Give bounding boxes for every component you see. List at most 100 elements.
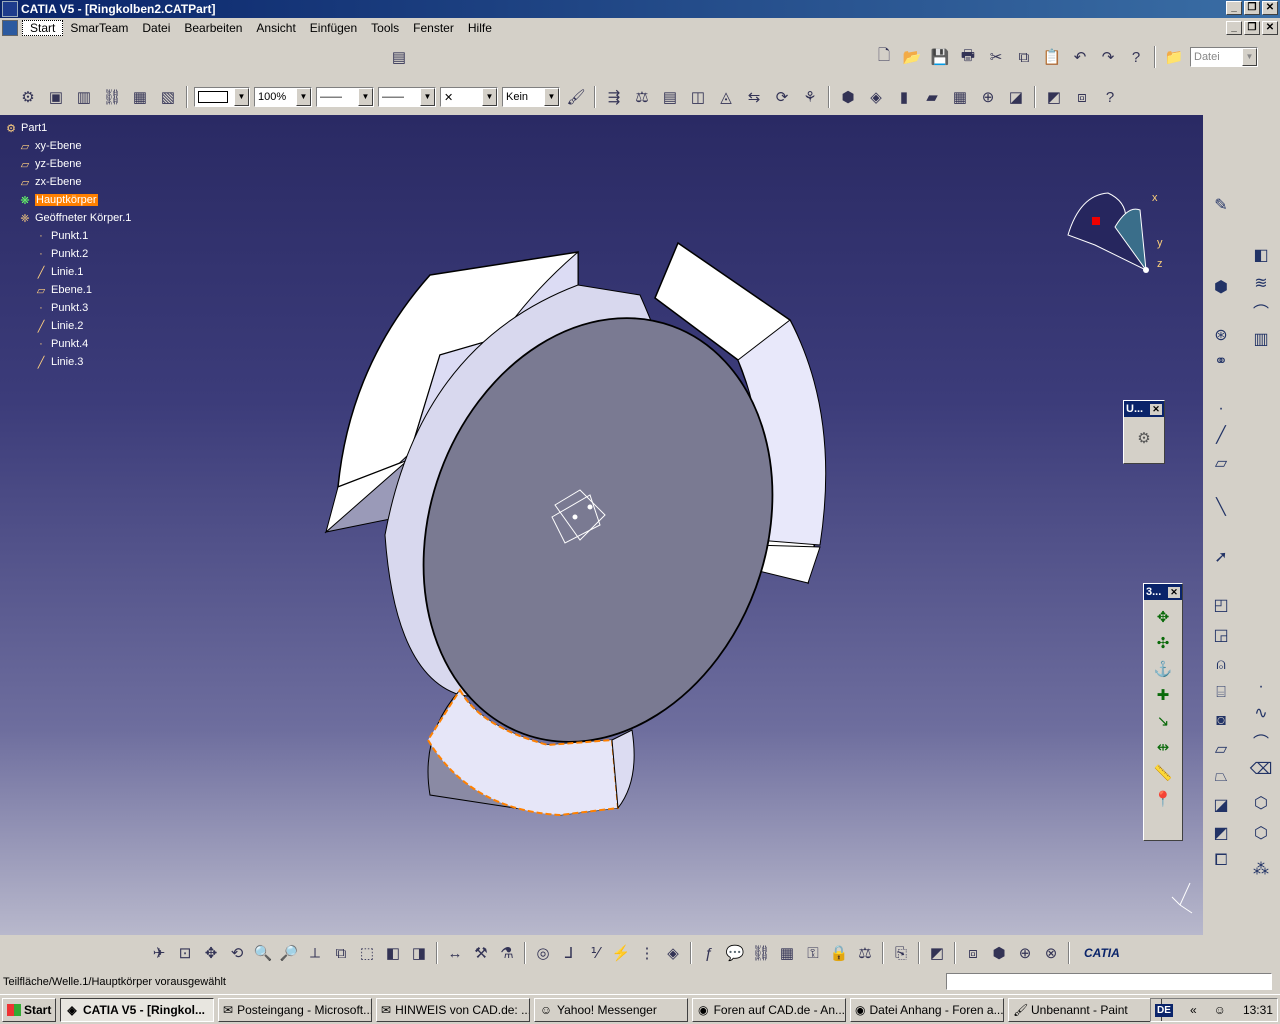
crosshair-icon[interactable]: ⊕: [977, 86, 999, 108]
sweep-icon[interactable]: ⌒: [1249, 299, 1273, 323]
catia-app-icon[interactable]: [2, 1, 18, 17]
analysis-icon[interactable]: ▤: [659, 86, 681, 108]
fillet-icon[interactable]: ◪: [1209, 793, 1233, 817]
chevron-down-icon[interactable]: ▼: [234, 88, 249, 106]
minimize-button[interactable]: _: [1226, 1, 1242, 15]
3d-viewport[interactable]: x y z ⚙ Part1 ▱ xy-Ebene ▱ yz-Ebene ▱ zx…: [0, 115, 1203, 935]
link-icon[interactable]: ⛓: [101, 86, 123, 108]
command-input[interactable]: [946, 973, 1272, 990]
model-canvas[interactable]: x y z: [0, 115, 1203, 935]
task-paint[interactable]: 🖌 Unbenannt - Paint: [1008, 997, 1162, 1022]
arc-icon[interactable]: ⌒: [1249, 729, 1273, 753]
fly-icon[interactable]: ✈: [148, 942, 170, 964]
transparency-combo[interactable]: 100% ▼: [254, 87, 312, 107]
menu-ansicht[interactable]: Ansicht: [249, 21, 302, 35]
close-icon[interactable]: ✕: [1150, 403, 1162, 415]
grid-icon[interactable]: ⋮: [636, 942, 658, 964]
select-cursor-icon[interactable]: ➚: [1209, 545, 1233, 569]
cut-icon[interactable]: ✂: [985, 46, 1007, 68]
tree-node-point-2[interactable]: · Punkt.2: [4, 245, 131, 263]
book-icon[interactable]: ▥: [1249, 327, 1273, 351]
task-firefox-attachment[interactable]: ◉ Datei Anhang - Foren a...: [850, 997, 1004, 1022]
move-icon[interactable]: ✥: [1151, 604, 1175, 630]
task-firefox-forum[interactable]: ◉ Foren auf CAD.de - An...: [692, 997, 846, 1022]
menu-fenster[interactable]: Fenster: [406, 21, 461, 35]
sketch-plane-icon[interactable]: ◩: [1043, 86, 1065, 108]
tree-node-part1[interactable]: ⚙ Part1: [4, 119, 131, 137]
paste-icon[interactable]: 📋: [1041, 46, 1063, 68]
constraint-icon[interactable]: ⇆: [743, 86, 765, 108]
iso-view-icon[interactable]: ⬚: [356, 942, 378, 964]
task-mail-notice[interactable]: ✉ HINWEIS von CAD.de: ...: [376, 997, 530, 1022]
pocket-icon[interactable]: ◲: [1209, 623, 1233, 647]
view-shading-icon[interactable]: ◈: [865, 86, 887, 108]
tree-node-line-2[interactable]: ╱ Linie.2: [4, 317, 131, 335]
catalog-save-icon[interactable]: ◩: [926, 942, 948, 964]
groove-icon[interactable]: ⌸: [1209, 681, 1233, 705]
ruler-icon[interactable]: 📏: [1151, 760, 1175, 786]
boolean-icon[interactable]: ⊕: [1014, 942, 1036, 964]
doc-minimize-button[interactable]: _: [1226, 21, 1242, 35]
axis-icon[interactable]: ╲: [1209, 495, 1233, 519]
zoom-in-icon[interactable]: 🔍: [252, 942, 274, 964]
tree-node-point-1[interactable]: · Punkt.1: [4, 227, 131, 245]
open-icon[interactable]: 📂: [901, 46, 923, 68]
assembly-icon[interactable]: ⧈: [962, 942, 984, 964]
point-icon[interactable]: ·: [1209, 397, 1233, 421]
rule-icon[interactable]: ⚖: [854, 942, 876, 964]
update-icon[interactable]: ⟳: [771, 86, 793, 108]
pin-icon[interactable]: 📍: [1151, 786, 1175, 812]
knowledge-icon[interactable]: ⚿: [802, 942, 824, 964]
hide-show-icon[interactable]: ◪: [1005, 86, 1027, 108]
point-add-icon[interactable]: ✚: [1151, 682, 1175, 708]
inertia-icon[interactable]: ⚖: [631, 86, 653, 108]
measure-between-icon[interactable]: ↔: [444, 942, 466, 964]
view-iso-icon[interactable]: ⬢: [837, 86, 859, 108]
tree-node-zx-plane[interactable]: ▱ zx-Ebene: [4, 173, 131, 191]
copy-icon[interactable]: ⧉: [1013, 46, 1035, 68]
floating-toolbar-update[interactable]: U... ✕ ⚙: [1123, 400, 1165, 464]
update-gear-icon[interactable]: ⚙: [1132, 425, 1156, 451]
anchor-icon[interactable]: ⚓: [1151, 656, 1175, 682]
solid-icon[interactable]: ⬢: [1209, 275, 1233, 299]
compass[interactable]: [1067, 192, 1149, 273]
restore-button[interactable]: ❐: [1244, 1, 1260, 15]
catalog-browser-icon[interactable]: ◈: [662, 942, 684, 964]
save-management-icon[interactable]: ▥: [73, 86, 95, 108]
doc-restore-button[interactable]: ❐: [1244, 21, 1260, 35]
arrow-down-icon[interactable]: ↘: [1151, 708, 1175, 734]
rotate-view-icon[interactable]: ⟲: [226, 942, 248, 964]
copy-paste-icon[interactable]: ⎘: [890, 942, 912, 964]
line-icon[interactable]: ╱: [1209, 423, 1233, 447]
layers-icon[interactable]: ≋: [1249, 271, 1273, 295]
doc-close-button[interactable]: ✕: [1262, 21, 1278, 35]
measure-item-icon[interactable]: ⚒: [470, 942, 492, 964]
workbench-icon[interactable]: ▤: [388, 46, 410, 68]
language-indicator[interactable]: DE: [1155, 1003, 1173, 1017]
task-yahoo-messenger[interactable]: ☺ Yahoo! Messenger: [534, 997, 688, 1022]
line-type-combo[interactable]: —— ▼: [378, 87, 436, 107]
snap-icon[interactable]: ⚡: [610, 942, 632, 964]
menu-tools[interactable]: Tools: [364, 21, 406, 35]
intersect-icon[interactable]: ⊗: [1040, 942, 1062, 964]
close-icon[interactable]: ✕: [1168, 586, 1180, 598]
chevron-down-icon[interactable]: ▼: [296, 88, 311, 106]
task-catia[interactable]: ◈ CATIA V5 - [Ringkol...: [60, 997, 214, 1022]
chevron-down-icon[interactable]: ▼: [358, 88, 373, 106]
globe-icon[interactable]: ⊛: [1209, 323, 1233, 347]
chevron-down-icon[interactable]: ▼: [544, 88, 559, 106]
shading-icon[interactable]: ◧: [382, 942, 404, 964]
menu-start[interactable]: Start: [22, 20, 64, 36]
folder-icon[interactable]: 📁: [1163, 46, 1185, 68]
layer-combo[interactable]: Kein ▼: [502, 87, 560, 107]
units-icon[interactable]: ⅟: [584, 942, 606, 964]
save-icon[interactable]: 💾: [929, 46, 951, 68]
view-edge-icon[interactable]: ▰: [921, 86, 943, 108]
undo-icon[interactable]: ↶: [1069, 46, 1091, 68]
multi-view-icon[interactable]: ⧉: [330, 942, 352, 964]
hole-icon[interactable]: ◙: [1209, 709, 1233, 733]
chevron-down-icon[interactable]: ▼: [1242, 48, 1257, 66]
tree-node-point-4[interactable]: · Punkt.4: [4, 335, 131, 353]
rib-icon[interactable]: ⏥: [1209, 737, 1233, 761]
measure-icon[interactable]: ⇶: [603, 86, 625, 108]
